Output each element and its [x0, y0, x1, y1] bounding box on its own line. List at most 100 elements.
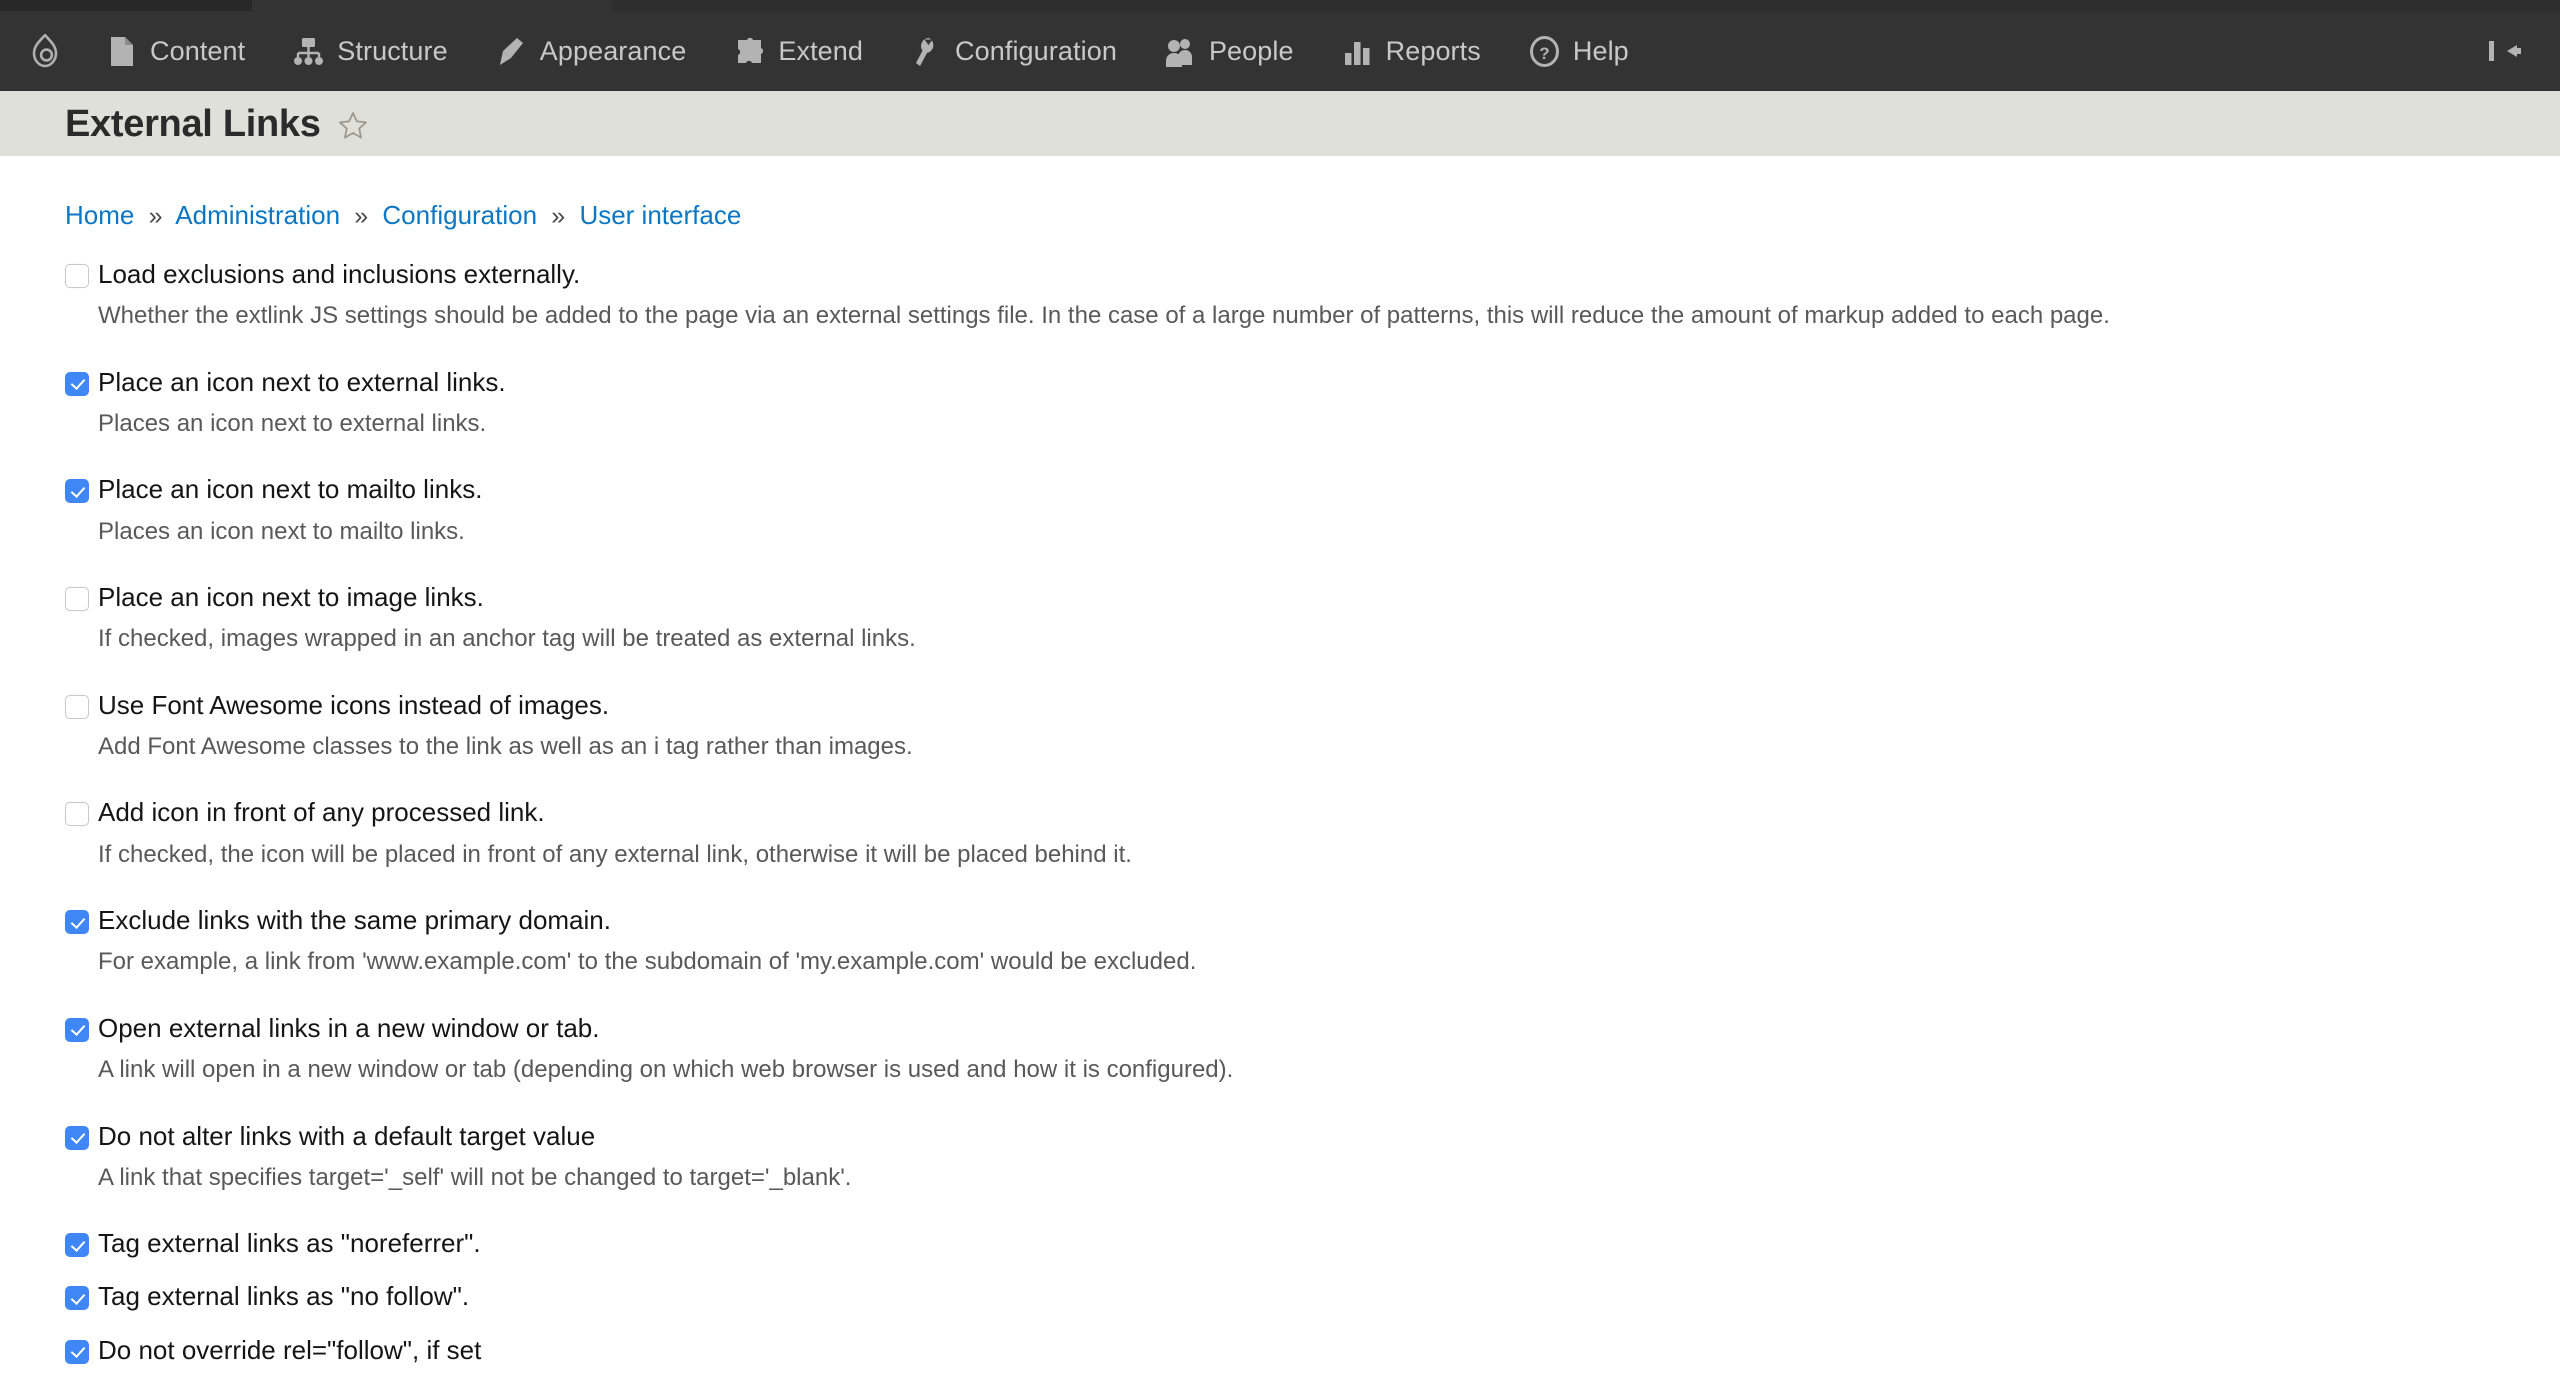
extend-puzzle-icon	[734, 36, 765, 67]
checkbox-label[interactable]: Load exclusions and inclusions externall…	[98, 261, 580, 288]
checkbox-label[interactable]: Tag external links as "no follow".	[98, 1283, 469, 1310]
breadcrumb-link-home[interactable]: Home	[65, 200, 134, 230]
svg-text:?: ?	[1539, 44, 1549, 63]
content-page-icon	[106, 36, 137, 67]
spacer	[65, 545, 2495, 584]
form-item: Do not override rel="follow", if set	[65, 1337, 2495, 1390]
toolbar-item-content[interactable]: Content	[82, 11, 269, 91]
toolbar-item-reports[interactable]: Reports	[1318, 11, 1505, 91]
checkbox-row[interactable]: Place an icon next to mailto links.	[65, 476, 2495, 503]
checkbox-label[interactable]: Open external links in a new window or t…	[98, 1015, 600, 1042]
checkbox-row[interactable]: Tag external links as "noreferrer".	[65, 1230, 2495, 1257]
toolbar-item-label: People	[1209, 38, 1294, 65]
checkbox-unchecked-icon[interactable]	[65, 587, 89, 611]
people-users-icon	[1165, 36, 1196, 67]
structure-tree-icon	[293, 36, 324, 67]
checkbox-row[interactable]: Exclude links with the same primary doma…	[65, 907, 2495, 934]
checkbox-checked-icon[interactable]	[65, 479, 89, 503]
toolbar-menu: Content Structure Appeara	[82, 11, 1653, 91]
checkbox-row[interactable]: Open external links in a new window or t…	[65, 1015, 2495, 1042]
checkbox-row[interactable]: Tag external links as "no follow".	[65, 1283, 2495, 1310]
checkbox-unchecked-icon[interactable]	[65, 264, 89, 288]
checkbox-row[interactable]: Place an icon next to external links.	[65, 369, 2495, 396]
checkbox-label[interactable]: Use Font Awesome icons instead of images…	[98, 692, 609, 719]
checkbox-description: If checked, images wrapped in an anchor …	[98, 626, 2495, 652]
configuration-wrench-icon	[911, 36, 942, 67]
checkbox-row[interactable]: Use Font Awesome icons instead of images…	[65, 692, 2495, 719]
checkbox-checked-icon[interactable]	[65, 1233, 89, 1257]
toolbar-item-extend[interactable]: Extend	[710, 11, 887, 91]
form-item: Open external links in a new window or t…	[65, 1015, 2495, 1123]
spacer	[65, 1311, 2495, 1337]
checkbox-label[interactable]: Do not alter links with a default target…	[98, 1123, 595, 1150]
spacer	[65, 1257, 2495, 1283]
checkbox-description: Places an icon next to external links.	[98, 411, 2495, 437]
reports-bars-icon	[1342, 36, 1373, 67]
breadcrumb-link-configuration[interactable]: Configuration	[382, 200, 537, 230]
checkbox-unchecked-icon[interactable]	[65, 695, 89, 719]
page-title: External Links	[65, 105, 321, 143]
toolbar-item-configuration[interactable]: Configuration	[887, 11, 1141, 91]
breadcrumb-separator: »	[149, 202, 163, 230]
breadcrumb: Home » Administration » Configuration » …	[65, 156, 2495, 229]
breadcrumb-link-administration[interactable]: Administration	[175, 200, 340, 230]
toolbar-item-appearance[interactable]: Appearance	[472, 11, 711, 91]
checkbox-checked-icon[interactable]	[65, 1018, 89, 1042]
form-item: Load exclusions and inclusions externall…	[65, 261, 2495, 369]
form-item: Use Font Awesome icons instead of images…	[65, 692, 2495, 800]
checkbox-description: Places an icon next to mailto links.	[98, 519, 2495, 545]
form-item: Place an icon next to mailto links. Place…	[65, 476, 2495, 584]
toolbar-item-label: Appearance	[540, 38, 687, 65]
checkbox-checked-icon[interactable]	[65, 1340, 89, 1364]
appearance-brush-icon	[496, 36, 527, 67]
checkbox-label[interactable]: Place an icon next to image links.	[98, 584, 484, 611]
drupal-droplet-icon[interactable]	[22, 28, 68, 74]
checkbox-checked-icon[interactable]	[65, 910, 89, 934]
form-item: Exclude links with the same primary doma…	[65, 907, 2495, 1015]
breadcrumb-link-user-interface[interactable]: User interface	[579, 200, 741, 230]
form-item: Tag external links as "noreferrer".	[65, 1230, 2495, 1283]
form-item: Add icon in front of any processed link.…	[65, 799, 2495, 907]
checkbox-checked-icon[interactable]	[65, 1286, 89, 1310]
star-outline-icon[interactable]	[338, 111, 368, 140]
toolbar-tray-tab-active	[0, 0, 252, 11]
checkbox-row[interactable]: Load exclusions and inclusions externall…	[65, 261, 2495, 288]
toolbar-item-label: Configuration	[955, 38, 1117, 65]
breadcrumb-separator: »	[551, 202, 565, 230]
collapse-toolbar-icon[interactable]	[2482, 29, 2526, 73]
spacer	[65, 976, 2495, 1015]
spacer	[65, 1084, 2495, 1123]
checkbox-checked-icon[interactable]	[65, 1126, 89, 1150]
checkbox-label[interactable]: Tag external links as "noreferrer".	[98, 1230, 481, 1257]
checkbox-row[interactable]: Place an icon next to image links.	[65, 584, 2495, 611]
checkbox-description: Add Font Awesome classes to the link as …	[98, 734, 2495, 760]
spacer	[65, 653, 2495, 692]
checkbox-unchecked-icon[interactable]	[65, 802, 89, 826]
checkbox-label[interactable]: Place an icon next to external links.	[98, 369, 506, 396]
form-item: Place an icon next to external links. Pla…	[65, 369, 2495, 477]
checkbox-description: If checked, the icon will be placed in f…	[98, 842, 2495, 868]
checkbox-label[interactable]: Do not override rel="follow", if set	[98, 1337, 481, 1364]
checkbox-description: A link will open in a new window or tab …	[98, 1057, 2495, 1083]
checkbox-row[interactable]: Do not override rel="follow", if set	[65, 1337, 2495, 1364]
spacer	[65, 437, 2495, 476]
checkbox-row[interactable]: Add icon in front of any processed link.	[65, 799, 2495, 826]
toolbar-item-structure[interactable]: Structure	[269, 11, 471, 91]
toolbar-tray-tab-inactive	[252, 0, 612, 11]
spacer	[65, 1191, 2495, 1230]
toolbar-item-help[interactable]: ? Help	[1505, 11, 1653, 91]
help-question-icon: ?	[1529, 36, 1560, 67]
checkbox-row[interactable]: Do not alter links with a default target…	[65, 1123, 2495, 1150]
checkbox-label[interactable]: Add icon in front of any processed link.	[98, 799, 545, 826]
toolbar-item-label: Help	[1573, 38, 1629, 65]
extlink-settings-form: Load exclusions and inclusions externall…	[65, 261, 2495, 1390]
toolbar-item-people[interactable]: People	[1141, 11, 1318, 91]
checkbox-label[interactable]: Exclude links with the same primary doma…	[98, 907, 611, 934]
toolbar-item-label: Content	[150, 38, 245, 65]
form-item: Do not alter links with a default target…	[65, 1123, 2495, 1231]
checkbox-label[interactable]: Place an icon next to mailto links.	[98, 476, 482, 503]
checkbox-description: A link that specifies target='_self' wil…	[98, 1165, 2495, 1191]
breadcrumb-separator: »	[354, 202, 368, 230]
toolbar-top-strip	[0, 0, 2560, 11]
checkbox-checked-icon[interactable]	[65, 372, 89, 396]
